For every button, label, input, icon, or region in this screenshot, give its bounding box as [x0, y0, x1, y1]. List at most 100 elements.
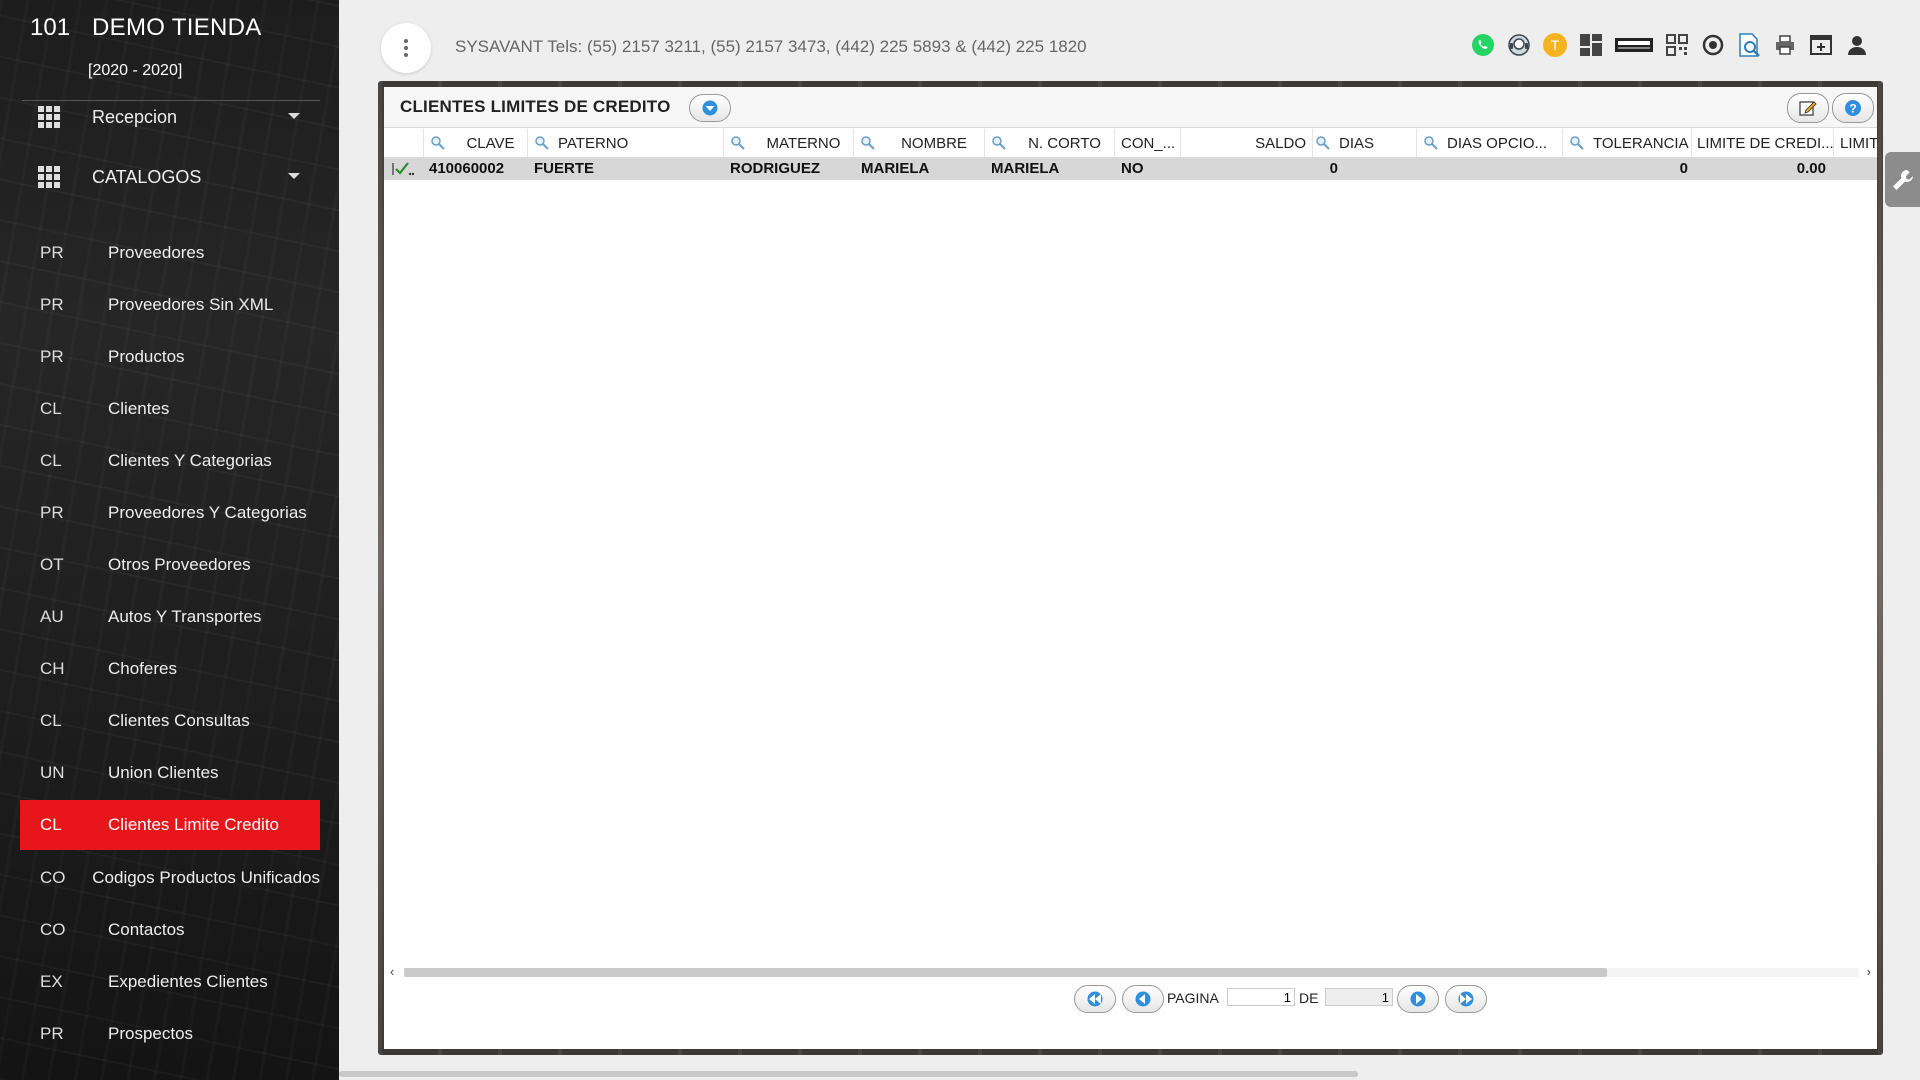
- column-header-con[interactable]: CON_...: [1115, 129, 1181, 157]
- scroll-thumb[interactable]: [404, 968, 1607, 977]
- cell-dias: 0: [1329, 160, 1338, 177]
- cell-limite-credito: 0.00: [1796, 160, 1826, 177]
- first-page-button[interactable]: [1074, 985, 1116, 1013]
- sidebar-item-label: Clientes Consultas: [108, 711, 250, 730]
- more-options-button[interactable]: [381, 23, 431, 73]
- column-header-dias[interactable]: DIAS: [1313, 129, 1417, 157]
- sidebar-item-union-clientes[interactable]: UN Union Clientes: [20, 748, 320, 798]
- search-column-icon[interactable]: [860, 135, 876, 151]
- sidebar-item-label: Union Clientes: [108, 763, 219, 782]
- search-column-icon[interactable]: [1569, 135, 1585, 151]
- xml-icon[interactable]: [1614, 32, 1654, 58]
- sidebar-item-autos-y-transportes[interactable]: AU Autos Y Transportes: [20, 592, 320, 642]
- page-horizontal-scrollbar[interactable]: [339, 1068, 1920, 1080]
- sidebar-item-proveedores-y-categorias[interactable]: PR Proveedores Y Categorias: [20, 488, 320, 538]
- last-page-button[interactable]: [1445, 985, 1487, 1013]
- settings-tab[interactable]: [1885, 152, 1920, 207]
- column-header-label: TOLERANCIA: [1593, 134, 1689, 152]
- edit-row-icon[interactable]: [392, 161, 415, 177]
- user-icon[interactable]: [1844, 32, 1870, 58]
- print-icon[interactable]: [1772, 32, 1798, 58]
- apps-grid-icon: [38, 166, 60, 188]
- search-column-icon[interactable]: [1423, 135, 1439, 151]
- sidebar-item-abbr: PR: [40, 243, 64, 262]
- kebab-dot-icon: [404, 39, 408, 43]
- search-column-icon[interactable]: [730, 135, 746, 151]
- sidebar-item-clientes-consultas[interactable]: CL Clientes Consultas: [20, 696, 320, 746]
- sidebar-item-clientes-limite-credito[interactable]: CL Clientes Limite Credito: [20, 800, 320, 850]
- sidebar-item-proveedores[interactable]: PR Proveedores: [20, 228, 320, 278]
- sidebar-section-catalogos[interactable]: CATALOGOS: [38, 159, 300, 195]
- sidebar-item-contactos[interactable]: CO Contactos: [20, 905, 320, 955]
- page-number-input[interactable]: [1227, 988, 1295, 1006]
- sidebar-item-prospectos[interactable]: PR Prospectos: [20, 1009, 320, 1059]
- sidebar-item-label: Clientes Y Categorias: [108, 451, 272, 470]
- edit-button[interactable]: [1787, 93, 1829, 123]
- whatsapp-icon[interactable]: [1470, 32, 1496, 58]
- column-header-select: [384, 129, 424, 157]
- column-header-limit[interactable]: LIMIT: [1834, 129, 1877, 157]
- search-column-icon[interactable]: [534, 135, 550, 151]
- cell-nombre: MARIELA: [861, 160, 930, 177]
- wrench-icon: [1892, 169, 1913, 190]
- search-column-icon[interactable]: [430, 135, 446, 151]
- sidebar-item-clientes[interactable]: CL Clientes: [20, 384, 320, 434]
- kebab-dot-icon: [404, 46, 408, 50]
- sidebar-section-recepcion[interactable]: Recepcion: [38, 99, 300, 135]
- sidebar-item-abbr: PR: [40, 347, 64, 366]
- search-column-icon[interactable]: [1315, 135, 1331, 151]
- column-header-label: DIAS OPCIO...: [1447, 134, 1548, 152]
- store-number: 101: [30, 14, 71, 41]
- edit-icon: [1799, 101, 1817, 116]
- column-header-saldo[interactable]: SALDO: [1181, 129, 1313, 157]
- search-column-icon[interactable]: [991, 135, 1007, 151]
- cell-materno: RODRIGUEZ: [730, 160, 820, 177]
- cell-clave: 410060002: [429, 160, 505, 177]
- chevron-down-icon: [702, 100, 718, 116]
- sidebar-item-productos[interactable]: PR Productos: [20, 332, 320, 382]
- dashboard-icon[interactable]: [1578, 32, 1604, 58]
- column-header-nombre[interactable]: NOMBRE: [854, 129, 985, 157]
- apps-grid-icon: [38, 106, 60, 128]
- column-header-materno[interactable]: MATERNO: [724, 129, 854, 157]
- column-header-label: PATERNO: [558, 134, 629, 152]
- window-add-icon[interactable]: [1808, 32, 1834, 58]
- sidebar-item-abbr: PR: [40, 295, 64, 314]
- column-header-label: CLAVE: [466, 134, 515, 152]
- caret-down-icon: [288, 173, 300, 179]
- column-header-clave[interactable]: CLAVE: [424, 129, 528, 157]
- pagination: PAGINA DE: [384, 985, 1877, 1015]
- column-header-limite-credito[interactable]: LIMITE DE CREDI...: [1692, 129, 1834, 157]
- qr-code-icon[interactable]: [1664, 32, 1690, 58]
- target-icon[interactable]: [1700, 32, 1726, 58]
- column-header-dias-opcionales[interactable]: DIAS OPCIO...: [1417, 129, 1563, 157]
- sidebar-item-proveedores-sin-xml[interactable]: PR Proveedores Sin XML: [20, 280, 320, 330]
- sidebar-item-clientes-y-categorias[interactable]: CL Clientes Y Categorias: [20, 436, 320, 486]
- sidebar-item-label: Choferes: [108, 659, 177, 678]
- column-header-label: NOMBRE: [901, 134, 967, 152]
- sidebar-item-otros-proveedores[interactable]: OT Otros Proveedores: [20, 540, 320, 590]
- sidebar-item-choferes[interactable]: CH Choferes: [20, 644, 320, 694]
- column-header-n-corto[interactable]: N. CORTO: [985, 129, 1115, 157]
- sidebar-section-label: CATALOGOS: [92, 166, 202, 187]
- column-header-tolerancia[interactable]: TOLERANCIA: [1563, 129, 1692, 157]
- previous-page-button[interactable]: [1122, 985, 1164, 1013]
- search-document-icon[interactable]: [1736, 32, 1762, 58]
- table-row[interactable]: 410060002 FUERTE RODRIGUEZ MARIELA MARIE…: [384, 158, 1877, 180]
- panel-header: CLIENTES LIMITES DE CREDITO ?: [384, 87, 1877, 128]
- cell-tolerancia: 0: [1679, 160, 1688, 177]
- grid-horizontal-scrollbar[interactable]: ‹ ›: [388, 965, 1873, 979]
- help-button[interactable]: ?: [1832, 93, 1874, 123]
- scroll-right-arrow-icon[interactable]: ›: [1867, 965, 1871, 979]
- company-contact-info: SYSAVANT Tels: (55) 2157 3211, (55) 2157…: [455, 37, 1087, 56]
- support-chat-icon[interactable]: [1506, 32, 1532, 58]
- column-header-paterno[interactable]: PATERNO: [528, 129, 724, 157]
- next-page-button[interactable]: [1397, 985, 1439, 1013]
- caret-down-icon: [288, 113, 300, 119]
- title-dropdown-button[interactable]: [689, 94, 731, 122]
- t-badge-icon[interactable]: T: [1542, 32, 1568, 58]
- page-scroll-thumb[interactable]: [339, 1071, 1358, 1077]
- sidebar-item-codigos-productos-unificados[interactable]: CO Codigos Productos Unificados: [20, 853, 320, 903]
- scroll-left-arrow-icon[interactable]: ‹: [390, 965, 394, 979]
- sidebar-item-expedientes-clientes[interactable]: EX Expedientes Clientes: [20, 957, 320, 1007]
